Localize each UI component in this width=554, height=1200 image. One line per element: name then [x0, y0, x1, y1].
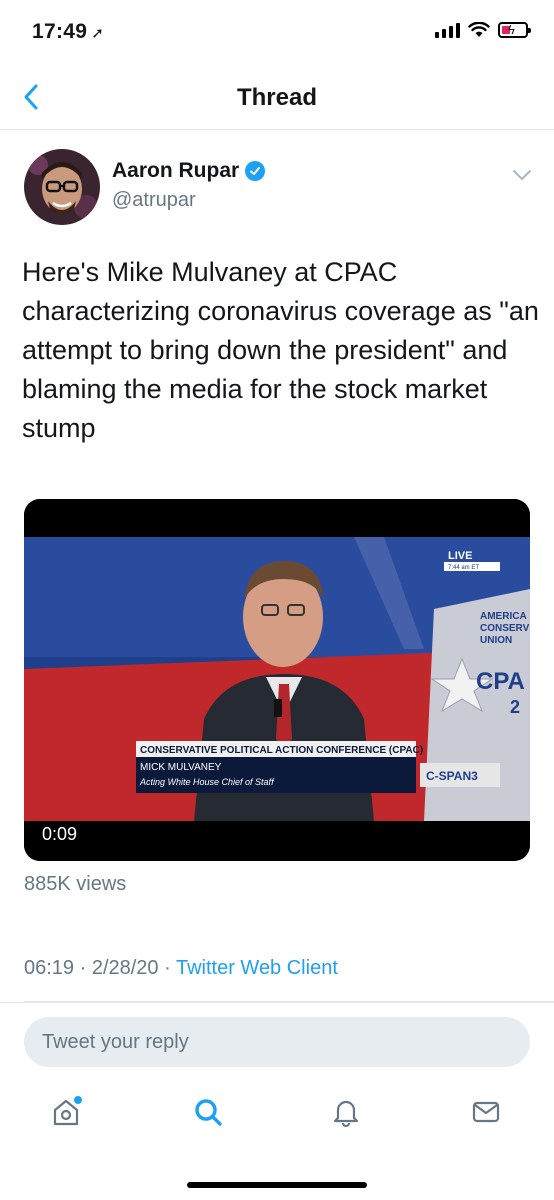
video-live-label: LIVE [448, 550, 472, 562]
wifi-icon [468, 22, 490, 37]
status-time: 17:49 ➚ [32, 20, 104, 44]
battery-icon: ϟ [498, 22, 531, 38]
banner-line-3: UNION [480, 635, 512, 646]
tab-home[interactable] [46, 1092, 86, 1132]
author-name[interactable]: Aaron Rupar [112, 159, 266, 183]
banner-logo: CPA [476, 668, 525, 695]
reply-bar: Tweet your reply [0, 1002, 554, 1078]
home-icon [53, 1096, 82, 1126]
network-logo: C-SPAN3 [426, 769, 478, 783]
tab-notifications[interactable] [326, 1092, 366, 1132]
lower-third-role: Acting White House Chief of Staff [139, 777, 275, 787]
tab-messages[interactable] [466, 1092, 506, 1132]
view-count: 885K views [24, 873, 127, 895]
chevron-down-icon[interactable] [510, 163, 534, 187]
video-live-time: 7:44 am ET [448, 565, 479, 571]
avatar[interactable] [24, 149, 100, 225]
video-overlay-text: LIVE 7:44 am ET AMERICA CONSERV UNION CP… [139, 550, 530, 787]
tab-search[interactable] [188, 1092, 228, 1132]
status-icons: ϟ [435, 22, 531, 38]
banner-number: 2 [510, 697, 520, 717]
home-indicator [187, 1182, 367, 1188]
page-title: Thread [236, 84, 317, 111]
tweet-meta: 06:19 · 2/28/20 · Twitter Web Client [24, 957, 338, 980]
location-arrow-icon: ➚ [91, 25, 105, 42]
status-bar: 17:49 ➚ ϟ [0, 0, 554, 66]
video-player[interactable]: LIVE 7:44 am ET AMERICA CONSERV UNION CP… [24, 499, 530, 861]
banner-line-1: AMERICA [480, 611, 527, 622]
author-name-text: Aaron Rupar [112, 159, 240, 182]
reply-input[interactable]: Tweet your reply [24, 1017, 530, 1067]
mail-icon [472, 1101, 500, 1123]
author-handle[interactable]: @atrupar [112, 189, 196, 212]
bell-icon [333, 1100, 359, 1128]
tweet-client-link[interactable]: Twitter Web Client [176, 957, 338, 979]
banner-line-2: CONSERV [480, 623, 530, 634]
lower-third-title: CONSERVATIVE POLITICAL ACTION CONFERENCE… [140, 745, 423, 756]
tweet-text: Here's Mike Mulvaney at CPAC characteriz… [22, 257, 539, 443]
search-icon [195, 1099, 222, 1126]
cellular-signal-icon [435, 22, 460, 38]
status-time-text: 17:49 [32, 20, 88, 43]
lower-third-name: MICK MULVANEY [140, 762, 222, 773]
verified-badge-icon [245, 161, 266, 181]
tab-bar [0, 1078, 554, 1200]
tweet-timestamp: 06:19 · 2/28/20 · [24, 957, 176, 979]
avatar-image [24, 149, 100, 225]
nav-header: Thread [0, 66, 554, 130]
video-duration: 0:09 [34, 822, 86, 847]
